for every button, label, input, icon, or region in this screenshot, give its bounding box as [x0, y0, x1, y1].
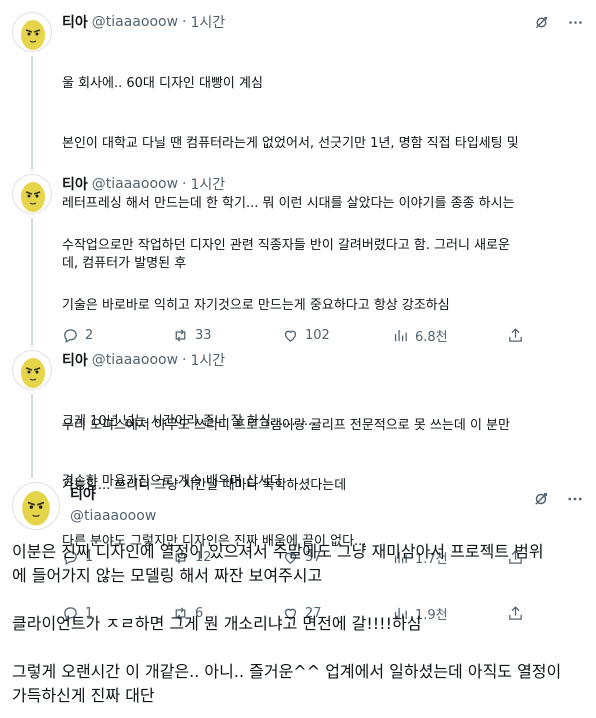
conversation-thread: 티아 @tiaaaooow · 1시간 울 회사에.. 60대 디자인 대빵이 …: [0, 0, 596, 718]
text-line: 클라이언트가 ㅈㄹ하면 그게 뭔 개소리냐고 면전에 갈!!!!하심: [12, 614, 422, 633]
tweet-header: 티아 @tiaaaooow · 1시간: [62, 350, 584, 370]
avatar[interactable]: [12, 482, 60, 530]
tweet-header: 티아 @tiaaaooow · 1시간: [62, 12, 584, 32]
text-line: [12, 636, 584, 660]
text-line: 이분은 진짜 디자인에 열정이 있으셔서 주말에도 그냥 재미삼아서 프로젝트 …: [12, 542, 544, 561]
text-line: 기술은 바로바로 익히고 자기것으로 만드는게 중요하다고 항상 강조하심: [62, 298, 450, 313]
timestamp[interactable]: 1시간: [190, 174, 225, 194]
avatar[interactable]: [12, 12, 52, 52]
more-icon[interactable]: [566, 490, 584, 508]
main-tweet-text: 이분은 진짜 디자인에 열정이 있으셔서 주말에도 그냥 재미삼아서 프로젝트 …: [12, 540, 584, 708]
timestamp[interactable]: 1시간: [190, 350, 225, 370]
author-handle[interactable]: @tiaaaooow: [92, 14, 178, 30]
more-icon[interactable]: [566, 13, 584, 31]
avatar[interactable]: [12, 174, 52, 214]
author-handle[interactable]: @tiaaaooow: [92, 352, 178, 368]
text-line: [12, 588, 584, 612]
separator: ·: [182, 14, 187, 30]
author-name[interactable]: 티아: [70, 484, 596, 504]
tweet-header: 티아 @tiaaaooow: [0, 482, 596, 524]
grok-icon[interactable]: [532, 490, 550, 508]
text-line: 가득하신게 진짜 대단: [12, 686, 155, 705]
avatar[interactable]: [12, 350, 52, 390]
author-handle[interactable]: @tiaaaooow: [70, 508, 596, 524]
main-tweet: 티아 @tiaaaooow 이분은 진짜 디자인에 열정이 있으셔서 주말에도 …: [0, 482, 596, 705]
separator: ·: [182, 352, 187, 368]
text-line: 본인이 대학교 다닐 땐 컴퓨터라는게 없었어서, 선긋기만 1년, 명함 직접…: [62, 136, 519, 151]
text-line: 울 회사에.. 60대 디자인 대빵이 계심: [62, 76, 263, 91]
separator: ·: [182, 176, 187, 192]
text-line: 수작업으로만 작업하던 디자인 관련 직종자들 반이 갈려버렸다고 함. 그러니…: [62, 238, 510, 253]
author-name[interactable]: 티아: [62, 174, 88, 194]
tweet-header: 티아 @tiaaaooow · 1시간: [62, 174, 584, 194]
author-handle[interactable]: @tiaaaooow: [92, 176, 178, 192]
text-line: 에 들어가지 않는 모델링 해서 짜잔 보여주시고: [12, 566, 323, 585]
author-name[interactable]: 티아: [62, 12, 88, 32]
timestamp[interactable]: 1시간: [190, 12, 225, 32]
text-line: 그렇게 오랜시간 이 개같은.. 아니.. 즐거운^^ 업계에서 일하셨는데 아…: [12, 662, 562, 681]
text-line: 그게 10년 넘는 시간이라 존나 잘 하심...........: [62, 414, 317, 429]
author-name[interactable]: 티아: [62, 350, 88, 370]
grok-icon[interactable]: [532, 13, 550, 31]
